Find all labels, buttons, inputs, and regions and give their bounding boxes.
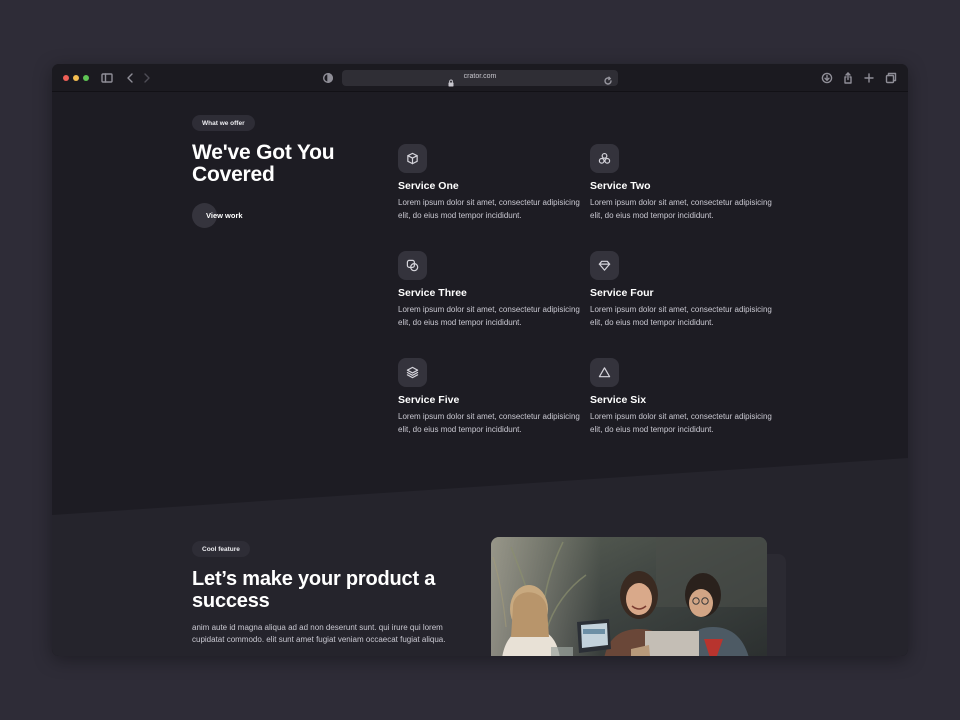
service-title: Service Five — [398, 394, 460, 406]
zoom-window-button[interactable] — [83, 75, 89, 81]
layers-icon — [398, 358, 427, 387]
download-icon[interactable] — [820, 71, 834, 85]
service-title: Service Four — [590, 287, 654, 299]
view-work-button[interactable]: View work — [192, 203, 243, 228]
view-work-label: View work — [206, 211, 243, 220]
triangle-icon — [590, 358, 619, 387]
service-description: Lorem ipsum dolor sit amet, consectetur … — [398, 412, 580, 434]
service-description: Lorem ipsum dolor sit amet, consectetur … — [590, 198, 772, 220]
service-title: Service Six — [590, 394, 647, 406]
section-tag: Cool feature — [192, 541, 250, 557]
tab-overview-icon[interactable] — [884, 71, 898, 85]
service-description: Lorem ipsum dolor sit amet, consectetur … — [398, 198, 580, 220]
feature-body: anim aute id magna aliqua ad ad non dese… — [192, 623, 446, 644]
minimize-window-button[interactable] — [73, 75, 79, 81]
service-title: Service Two — [590, 180, 651, 192]
browser-window: crator.com What we offer We've Got You C… — [52, 64, 908, 656]
service-description: Lorem ipsum dolor sit amet, consectetur … — [398, 305, 580, 327]
team-photo — [491, 537, 767, 656]
new-tab-icon[interactable] — [862, 71, 876, 85]
service-title: Service One — [398, 180, 459, 192]
share-icon[interactable] — [841, 71, 855, 85]
forward-icon[interactable] — [140, 71, 154, 85]
section-tag: What we offer — [192, 115, 255, 131]
box-icon — [398, 144, 427, 173]
overlap-squares-icon — [398, 251, 427, 280]
privacy-shield-icon[interactable] — [321, 71, 335, 85]
sidebar-toggle-icon[interactable] — [100, 71, 114, 85]
reload-icon[interactable] — [603, 73, 613, 85]
service-description: Lorem ipsum dolor sit amet, consectetur … — [590, 412, 772, 434]
service-description: Lorem ipsum dolor sit amet, consectetur … — [590, 305, 772, 327]
back-icon[interactable] — [123, 71, 137, 85]
url-text: crator.com — [463, 73, 497, 80]
hero-title: We've Got You Covered — [192, 141, 335, 186]
close-window-button[interactable] — [63, 75, 69, 81]
service-title: Service Three — [398, 287, 467, 299]
browser-toolbar: crator.com — [52, 64, 908, 92]
address-bar[interactable]: crator.com — [342, 70, 618, 87]
diamond-icon — [590, 251, 619, 280]
circles-icon — [590, 144, 619, 173]
page-viewport: What we offer We've Got You Covered View… — [52, 92, 908, 656]
feature-title: Let’s make your product a success — [192, 568, 436, 612]
